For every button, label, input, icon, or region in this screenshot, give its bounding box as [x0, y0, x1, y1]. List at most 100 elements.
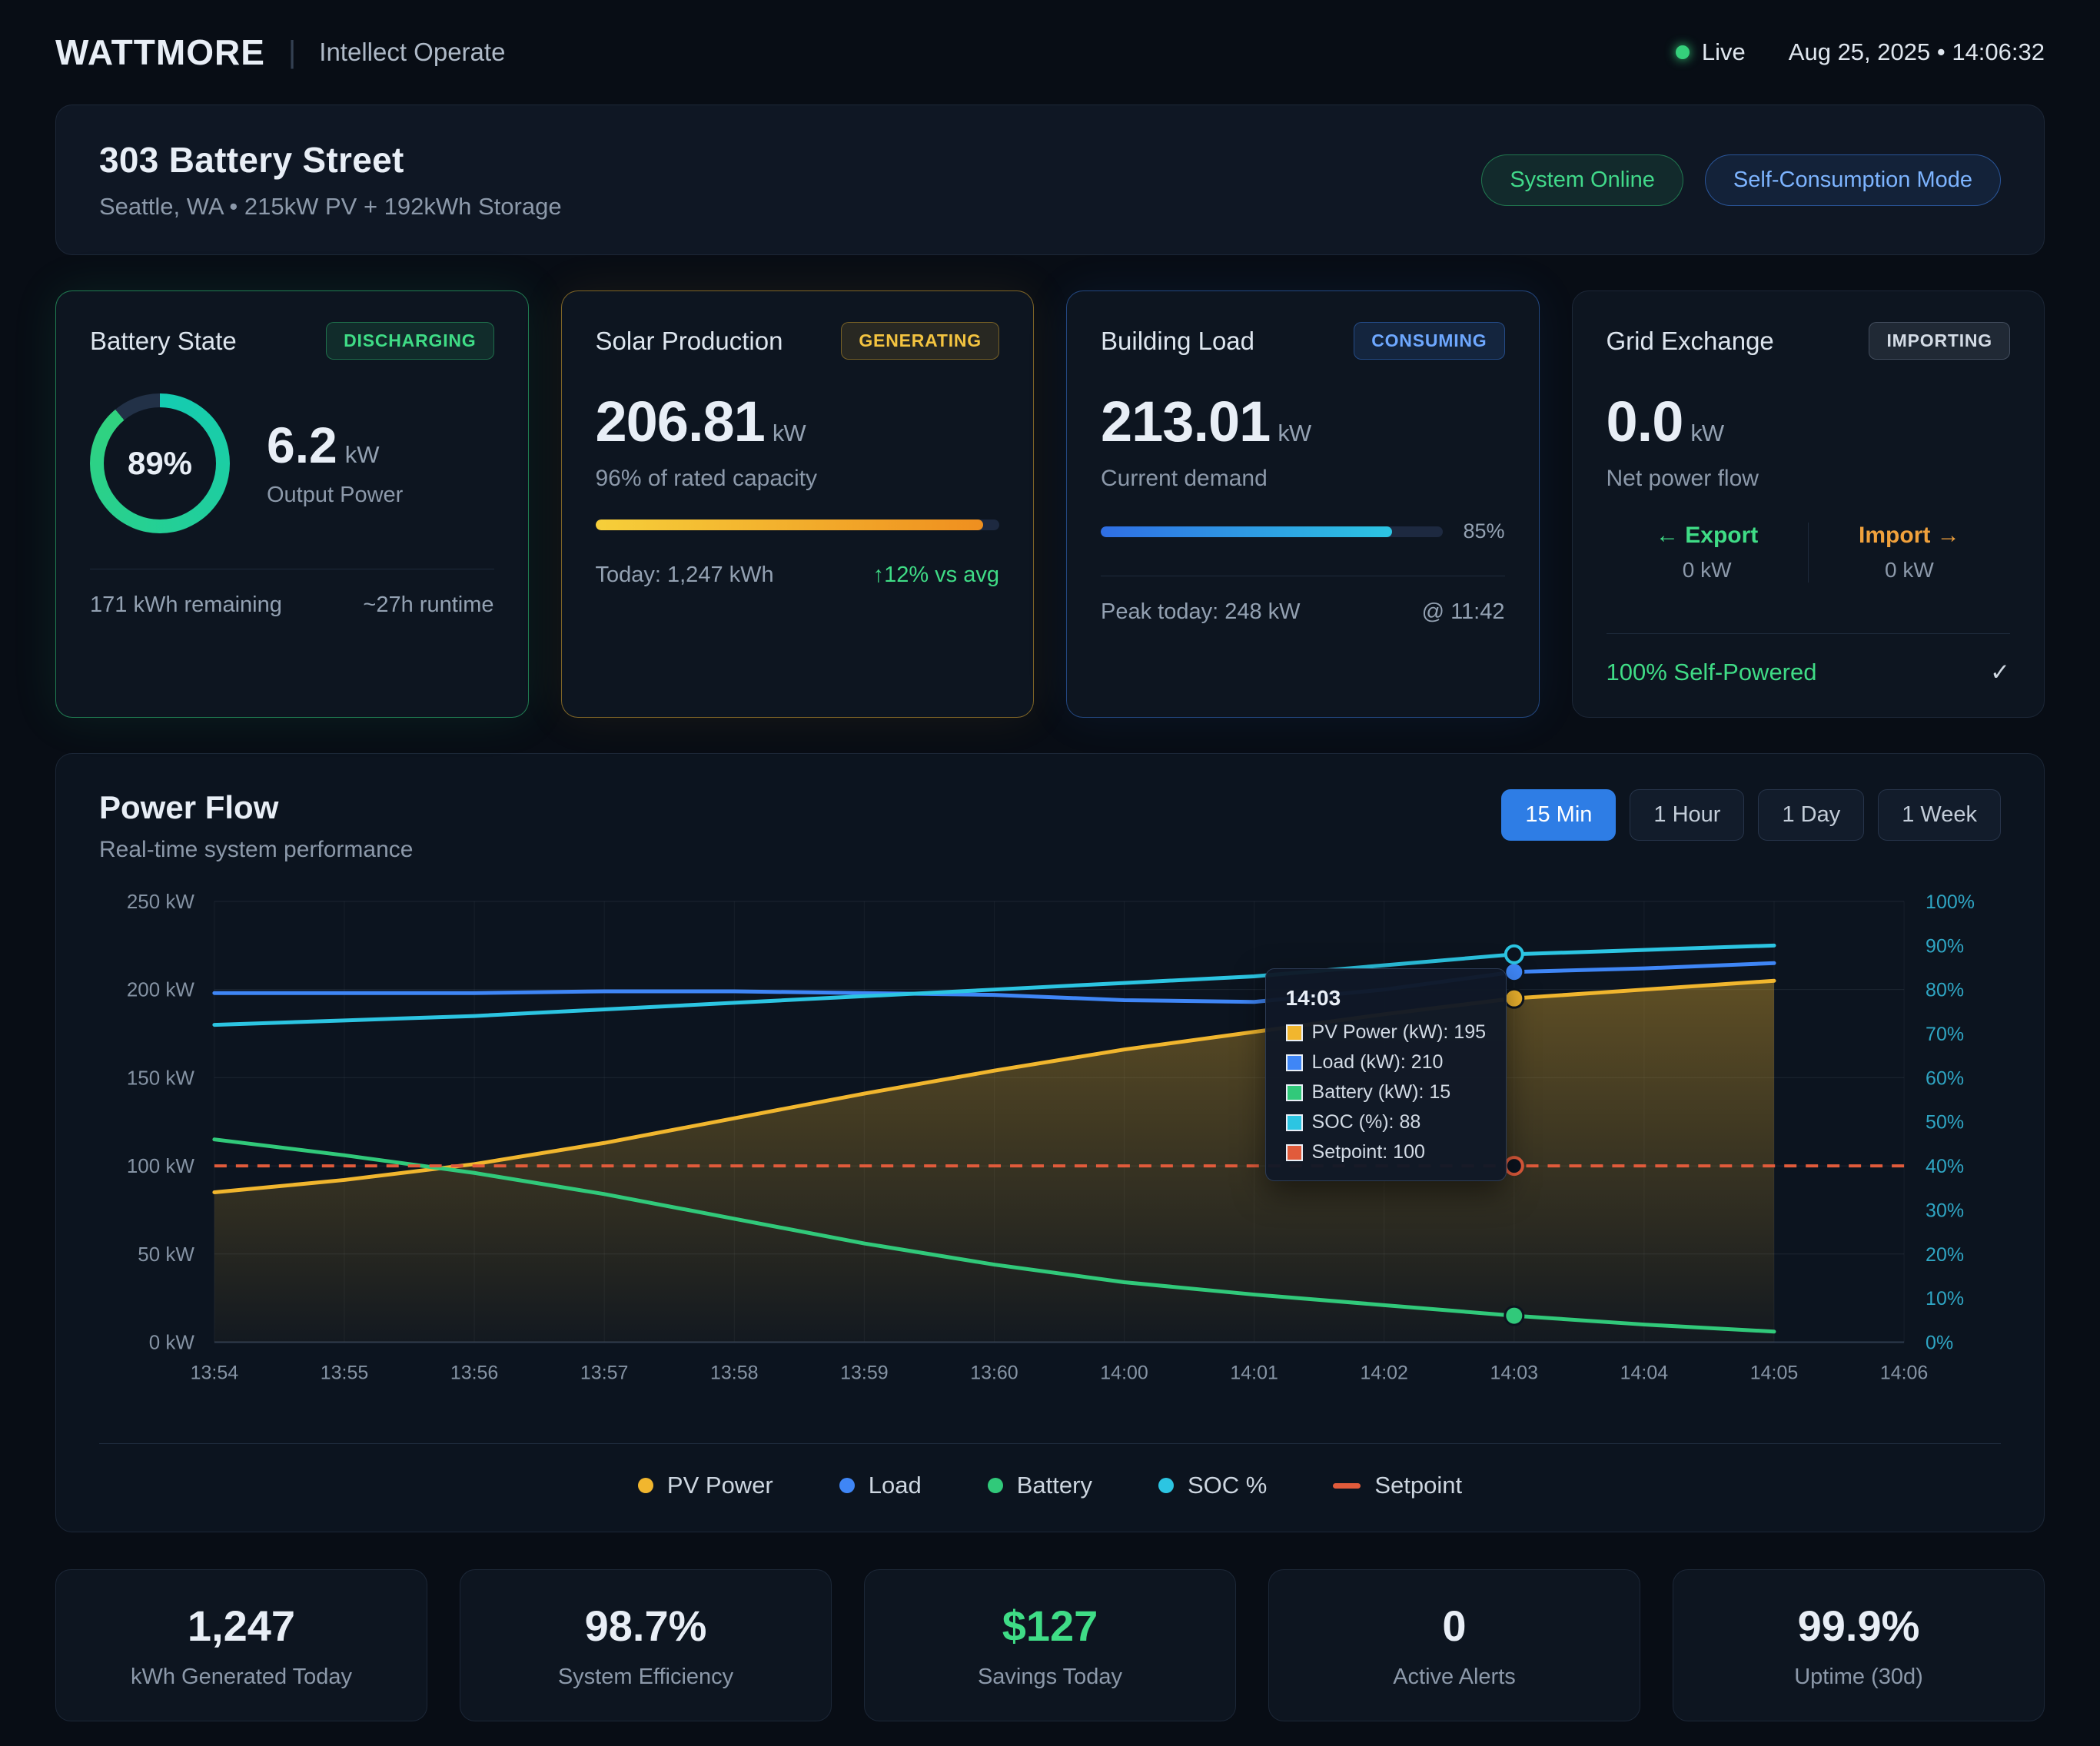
battery-body: 89% 6.2 kW Output Power [90, 393, 494, 533]
load-dot-icon [839, 1478, 855, 1493]
tooltip-row-pv: PV Power (kW): 195 [1286, 1021, 1486, 1044]
load-peak: Peak today: 248 kW [1101, 599, 1301, 625]
soc-dot-icon [1158, 1478, 1174, 1493]
power-flow-title: Power Flow [99, 789, 413, 826]
kpi-efficiency-label: System Efficiency [476, 1665, 816, 1690]
live-label: Live [1702, 38, 1746, 66]
battery-unit: kW [345, 441, 380, 468]
svg-text:14:04: 14:04 [1620, 1362, 1669, 1383]
grid-exchange-card: Grid Exchange IMPORTING 0.0kW Net power … [1572, 290, 2045, 718]
tooltip-row-setpoint: Setpoint: 100 [1286, 1141, 1486, 1163]
svg-text:0%: 0% [1926, 1333, 1953, 1354]
chart-tooltip: 14:03 PV Power (kW): 195 Load (kW): 210 … [1265, 968, 1507, 1181]
svg-text:13:60: 13:60 [970, 1362, 1018, 1383]
svg-text:0 kW: 0 kW [149, 1331, 195, 1354]
range-15min-button[interactable]: 15 Min [1501, 789, 1616, 841]
export-value: 0 kW [1607, 558, 1808, 583]
site-header-card: 303 Battery Street Seattle, WA • 215kW P… [55, 105, 2045, 255]
battery-runtime: ~27h runtime [363, 593, 493, 618]
load-progress: 85% [1101, 519, 1505, 543]
range-1week-button[interactable]: 1 Week [1878, 789, 2001, 841]
chart-legend: PV Power Load Battery SOC % Setpoint [99, 1443, 2001, 1505]
importing-badge: IMPORTING [1869, 322, 2010, 360]
topbar-right: Live Aug 25, 2025 • 14:06:32 [1676, 38, 2045, 66]
chart-area: 13:5413:5513:5613:5713:5813:5913:6014:00… [99, 881, 2001, 1425]
grid-export-col: ← Export 0 kW [1607, 523, 1808, 583]
svg-text:70%: 70% [1926, 1024, 1964, 1045]
legend-load[interactable]: Load [839, 1472, 922, 1499]
system-online-badge: System Online [1481, 154, 1683, 206]
svg-text:60%: 60% [1926, 1067, 1964, 1089]
svg-text:14:05: 14:05 [1750, 1362, 1798, 1383]
brand-divider: | [288, 35, 296, 70]
load-progress-track [1101, 526, 1443, 537]
self-consumption-mode-badge[interactable]: Self-Consumption Mode [1705, 154, 2001, 206]
svg-text:80%: 80% [1926, 980, 1964, 1001]
legend-setpoint[interactable]: Setpoint [1333, 1472, 1462, 1499]
svg-text:14:03: 14:03 [1490, 1362, 1538, 1383]
self-powered-label: 100% Self-Powered [1607, 659, 1817, 686]
battery-swatch-icon [1286, 1084, 1303, 1101]
svg-text:13:55: 13:55 [321, 1362, 368, 1383]
legend-pv-label: PV Power [667, 1472, 773, 1499]
kpi-kwh-generated: 1,247 kWh Generated Today [55, 1569, 427, 1721]
battery-output-label: Output Power [267, 483, 403, 508]
legend-battery-label: Battery [1017, 1472, 1092, 1499]
battery-state-card: Battery State DISCHARGING 89% 6.2kW Outp… [55, 290, 529, 718]
battery-footer: 171 kWh remaining ~27h runtime [90, 593, 494, 618]
kpi-kwh-label: kWh Generated Today [71, 1665, 411, 1690]
svg-text:13:57: 13:57 [580, 1362, 628, 1383]
solar-unit: kW [773, 420, 806, 446]
svg-text:14:00: 14:00 [1100, 1362, 1148, 1383]
svg-text:250 kW: 250 kW [127, 890, 195, 913]
solar-today: Today: 1,247 kWh [596, 563, 774, 588]
grid-export-import: ← Export 0 kW Import → 0 kW [1607, 523, 2011, 583]
import-label: Import → [1809, 523, 2010, 549]
grid-unit: kW [1690, 420, 1723, 446]
brand-group: WATTMORE | Intellect Operate [55, 32, 505, 73]
battery-kw: 6.2 [267, 417, 337, 473]
solar-vs-avg: ↑12% vs avg [873, 563, 999, 588]
range-1day-button[interactable]: 1 Day [1758, 789, 1864, 841]
svg-text:13:56: 13:56 [450, 1362, 498, 1383]
power-flow-card: Power Flow Real-time system performance … [55, 753, 2045, 1532]
solar-progress-track [596, 519, 1000, 530]
range-1hour-button[interactable]: 1 Hour [1630, 789, 1744, 841]
battery-soc-value: 89% [128, 445, 192, 482]
tooltip-setpoint-text: Setpoint: 100 [1312, 1141, 1425, 1163]
tooltip-battery-text: Battery (kW): 15 [1312, 1081, 1451, 1104]
svg-text:14:02: 14:02 [1360, 1362, 1407, 1383]
load-demand-label: Current demand [1101, 466, 1505, 492]
svg-text:20%: 20% [1926, 1244, 1964, 1266]
power-flow-chart[interactable]: 13:5413:5513:5613:5713:5813:5913:6014:00… [99, 881, 2001, 1425]
kpi-savings-value: $127 [880, 1601, 1220, 1651]
live-status: Live [1676, 38, 1746, 66]
site-info: 303 Battery Street Seattle, WA • 215kW P… [99, 139, 562, 221]
solar-value: 206.81kW [596, 393, 1000, 450]
solar-capacity-label: 96% of rated capacity [596, 466, 1000, 492]
legend-soc[interactable]: SOC % [1158, 1472, 1267, 1499]
kpi-savings: $127 Savings Today [864, 1569, 1236, 1721]
grid-import-col: Import → 0 kW [1808, 523, 2010, 583]
svg-text:13:59: 13:59 [840, 1362, 888, 1383]
svg-text:10%: 10% [1926, 1288, 1964, 1310]
site-name: 303 Battery Street [99, 139, 562, 181]
top-bar: WATTMORE | Intellect Operate Live Aug 25… [55, 20, 2045, 85]
tooltip-load-text: Load (kW): 210 [1312, 1051, 1444, 1074]
live-dot-icon [1676, 45, 1690, 59]
svg-text:90%: 90% [1926, 935, 1964, 957]
grid-flow-label: Net power flow [1607, 466, 2011, 492]
kpi-kwh-value: 1,247 [71, 1601, 411, 1651]
solar-progress [596, 519, 1000, 530]
grid-footer: 100% Self-Powered ✓ [1607, 633, 2011, 686]
kpi-alerts: 0 Active Alerts [1268, 1569, 1640, 1721]
kpi-uptime-label: Uptime (30d) [1689, 1665, 2029, 1690]
grid-card-title: Grid Exchange [1607, 327, 1774, 356]
svg-text:200 kW: 200 kW [127, 978, 195, 1001]
legend-battery[interactable]: Battery [988, 1472, 1092, 1499]
time-range-selector: 15 Min 1 Hour 1 Day 1 Week [1501, 789, 2001, 841]
stat-cards-row: Battery State DISCHARGING 89% 6.2kW Outp… [55, 290, 2045, 718]
legend-setpoint-label: Setpoint [1374, 1472, 1462, 1499]
legend-pv-power[interactable]: PV Power [638, 1472, 773, 1499]
tooltip-row-battery: Battery (kW): 15 [1286, 1081, 1486, 1104]
